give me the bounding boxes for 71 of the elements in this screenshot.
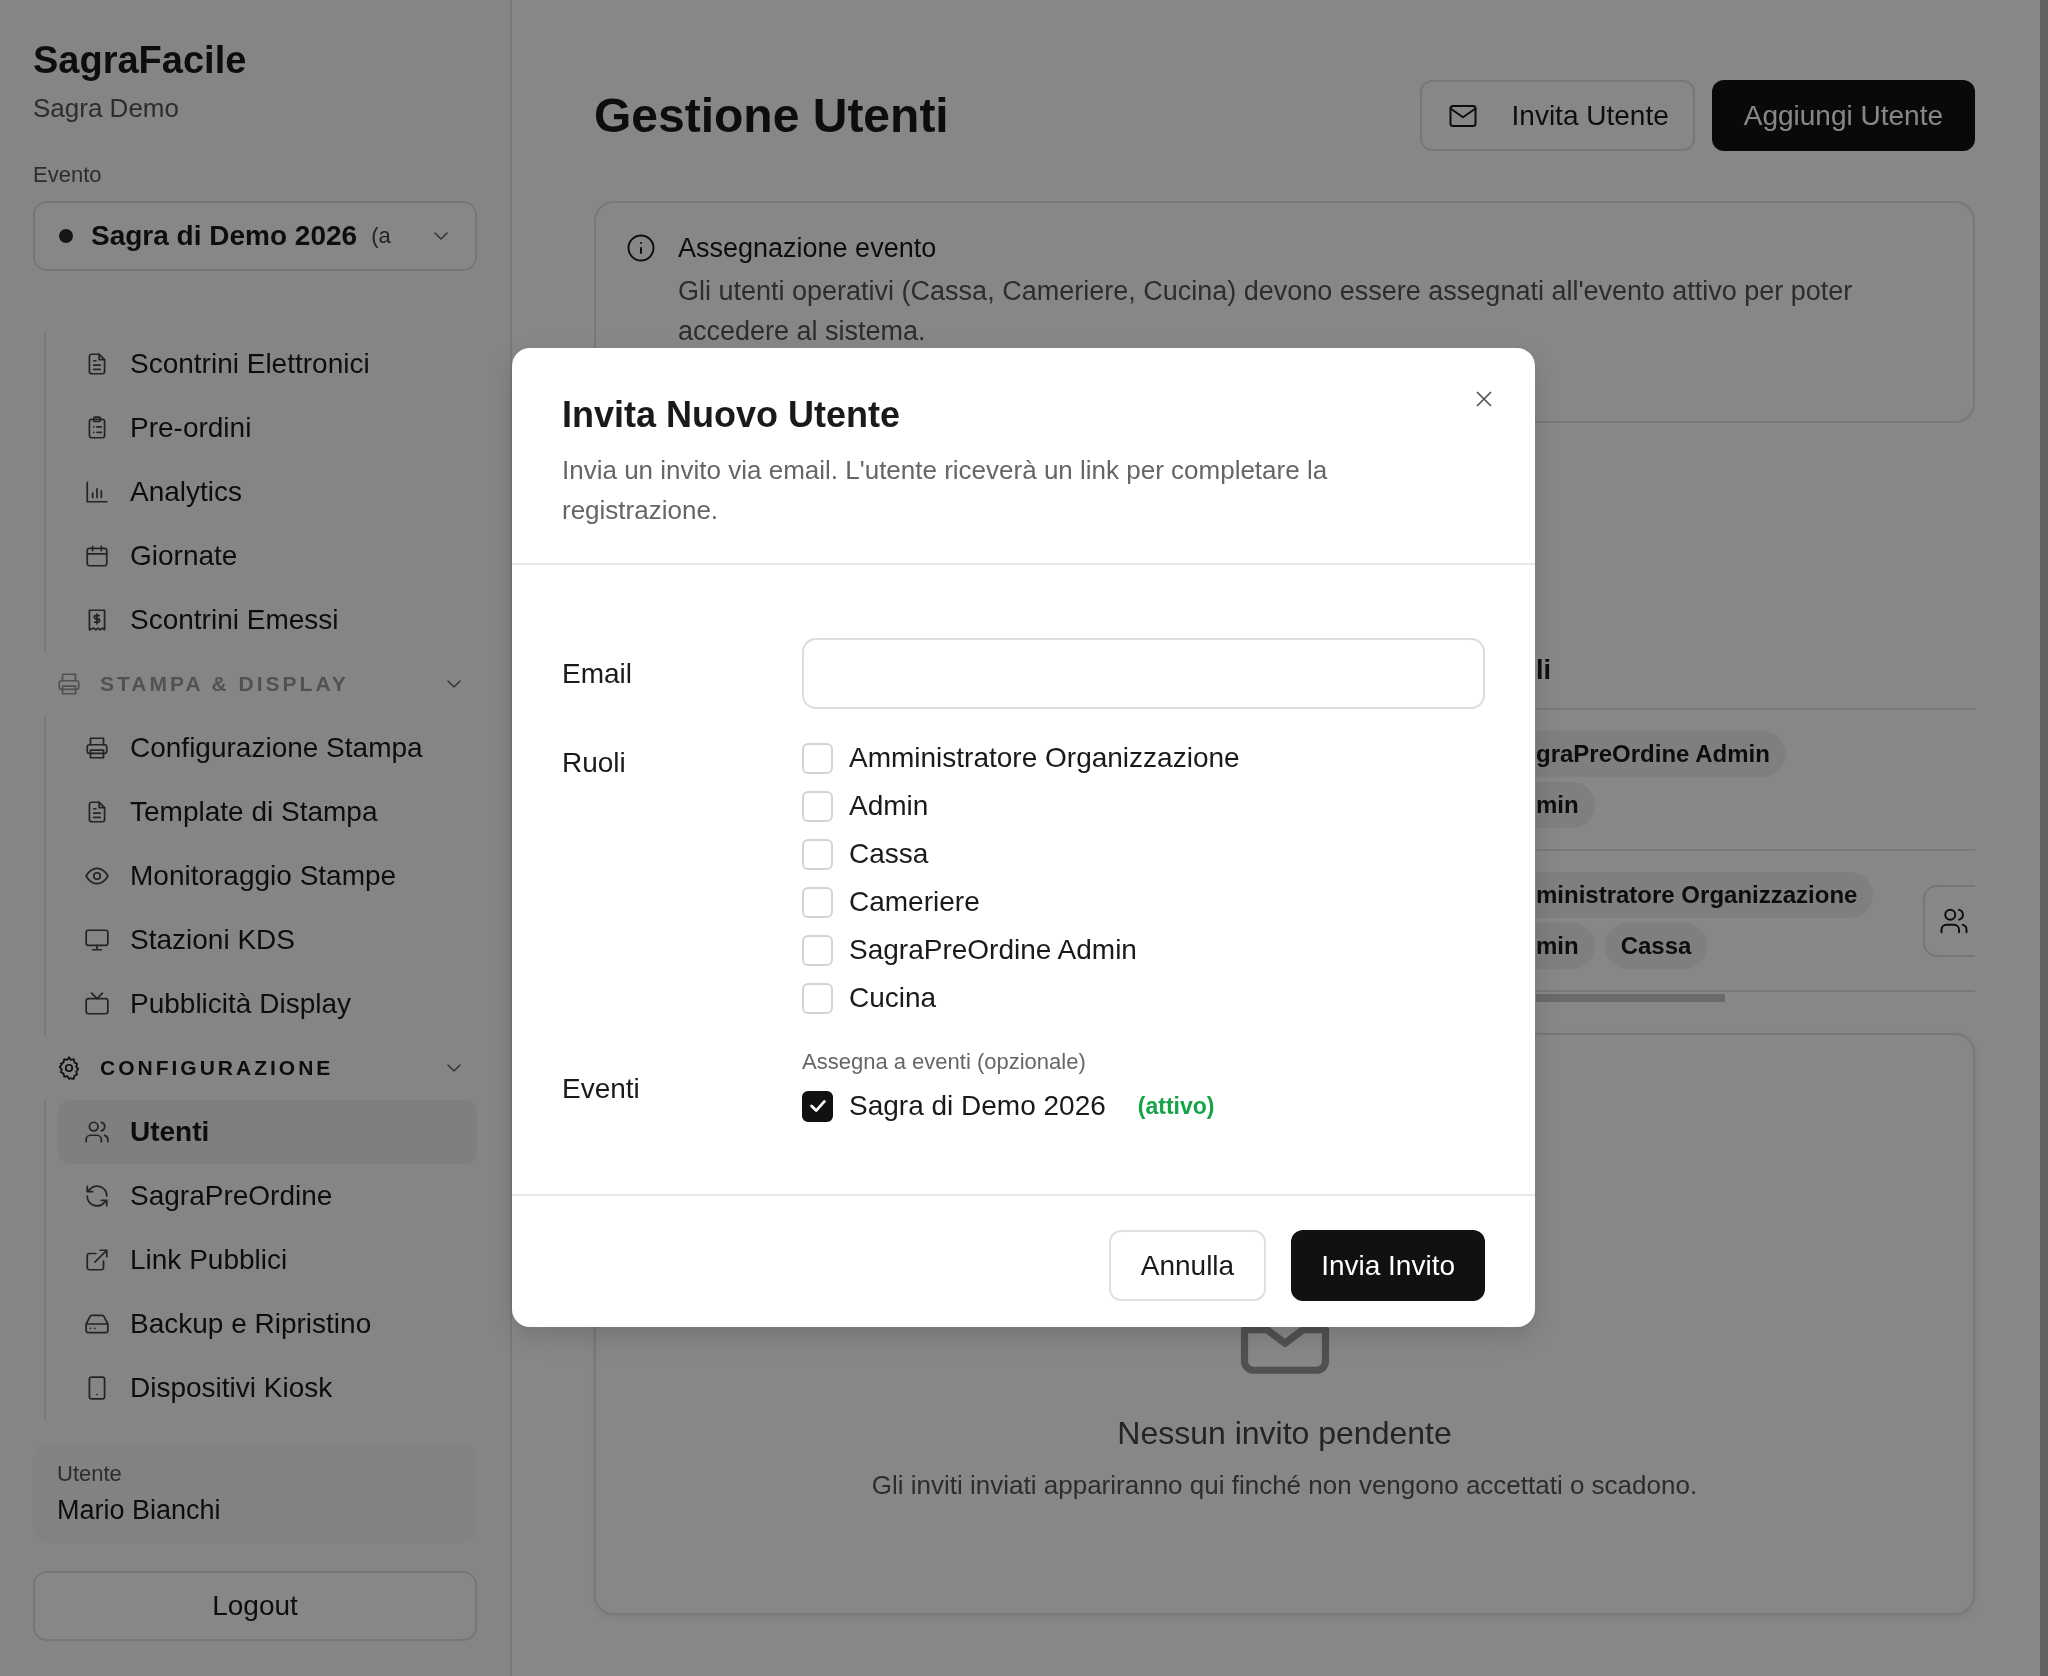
info-text: Gli utenti operativi (Cassa, Cameriere, Cucina) devono essere assegnati all'evento attivo per poter accedere al sistema. <box>678 275 1854 348</box>
drive-icon <box>84 1311 110 1337</box>
invite-user-button[interactable]: Invita Utente <box>1419 80 1695 151</box>
nav-item[interactable]: Analytics <box>58 460 477 524</box>
cancel-button[interactable]: Annulla <box>1108 1230 1267 1301</box>
info-title: Assegnazione evento <box>678 232 938 265</box>
checkbox-label: SagraPreOrdine Admin <box>849 934 1137 966</box>
nav-item[interactable]: Pre-ordini <box>58 396 477 460</box>
status-dot-icon <box>59 229 73 243</box>
checkbox-label: Sagra di Demo 2026 <box>849 1090 1106 1122</box>
event-label: Evento <box>33 161 103 189</box>
external-icon <box>84 1247 110 1273</box>
field-label: Email <box>562 657 633 690</box>
checkbox-label: Admin <box>849 790 929 822</box>
field-hint: Assegna a eventi (opzionale) <box>802 1048 1087 1076</box>
nav-item[interactable]: Backup e Ripristino <box>58 1292 477 1356</box>
user-name: Mario Bianchi <box>57 1495 222 1526</box>
tv-icon <box>84 991 110 1017</box>
dialog-title: Invita Nuovo Utente <box>562 393 902 437</box>
role-tag: ministratore Organizzazione <box>1536 872 1874 918</box>
users-icon <box>84 1119 110 1145</box>
info-icon <box>626 233 656 263</box>
role-tag: min <box>1536 782 1595 828</box>
field-label: Eventi <box>562 1073 641 1105</box>
send-button[interactable]: Invia Invito <box>1291 1230 1485 1301</box>
scrollbar[interactable] <box>1536 994 1725 1002</box>
event-select[interactable]: Sagra di Demo 2026 (a <box>33 201 477 271</box>
printer-icon <box>84 735 110 761</box>
printer-icon <box>56 671 82 697</box>
checkbox-label: Cameriere <box>849 886 980 918</box>
scrollbar[interactable] <box>2040 0 2048 1676</box>
nav-item[interactable]: Scontrini Emessi <box>58 588 477 652</box>
user-label: Utente <box>57 1461 123 1487</box>
nav-item[interactable]: Dispositivi Kiosk <box>58 1356 477 1420</box>
column-header: li <box>1536 654 1551 686</box>
checkbox-label: Amministratore Organizzazione <box>849 742 1240 774</box>
checkbox-label: Cucina <box>849 982 937 1014</box>
nav-item[interactable]: Giornate <box>58 524 477 588</box>
refresh-icon <box>84 1183 110 1209</box>
nav-item[interactable]: Stazioni KDS <box>58 908 477 972</box>
nav-item[interactable]: Utenti <box>58 1100 477 1164</box>
email-field[interactable] <box>802 638 1485 709</box>
status-label: (attivo) <box>1137 1092 1215 1120</box>
user-action-button[interactable] <box>1923 884 1975 957</box>
role-tag: Cassa <box>1604 923 1708 969</box>
dialog-description: Invia un invito via email. L'utente riceverà un link per completare la registrazione. <box>562 454 1329 527</box>
app-name: SagraFacile <box>33 38 248 83</box>
role-tag: graPreOrdine Admin <box>1536 731 1786 777</box>
empty-state-title: Nessun invito pendente <box>1117 1415 1452 1452</box>
chart-icon <box>84 479 110 505</box>
role-tag: min <box>1536 923 1595 969</box>
section-header[interactable]: CONFIGURAZIONE <box>46 1036 466 1100</box>
add-user-button[interactable]: Aggiungi Utente <box>1711 80 1975 151</box>
checkbox-label: Cassa <box>849 838 929 870</box>
nav-item[interactable]: Configurazione Stampa <box>58 716 477 780</box>
organization-name: Sagra Demo <box>33 93 180 123</box>
page-title: Gestione Utenti <box>594 88 949 143</box>
field-label: Ruoli <box>562 747 627 780</box>
nav-item[interactable]: SagraPreOrdine <box>58 1164 477 1228</box>
checkbox[interactable] <box>802 1090 833 1122</box>
nav-item[interactable]: Template di Stampa <box>58 780 477 844</box>
nav-item[interactable]: Pubblicità Display <box>58 972 477 1036</box>
gear-icon <box>56 1055 82 1081</box>
nav-item[interactable]: Scontrini Elettronici <box>58 332 477 396</box>
calendar-icon <box>84 543 110 569</box>
monitor-icon <box>84 927 110 953</box>
nav-item[interactable]: Monitoraggio Stampe <box>58 844 477 908</box>
inbox-icon <box>1239 1325 1330 1375</box>
nav-item[interactable]: Link Pubblici <box>58 1228 477 1292</box>
logout-button[interactable]: Logout <box>33 1571 477 1641</box>
empty-state-text: Gli inviti inviati appariranno qui finché non vengono accettati o scadono. <box>871 1470 1698 1501</box>
